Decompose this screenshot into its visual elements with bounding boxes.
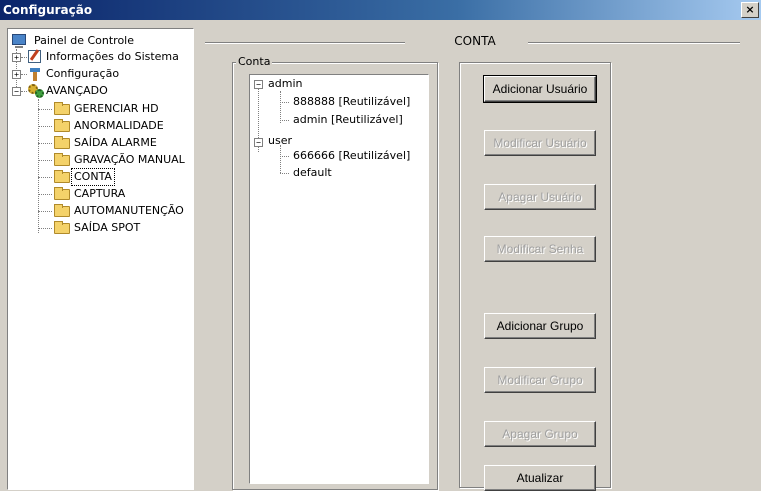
folder-icon (54, 119, 70, 132)
tree-item-control-panel[interactable]: Painel de Controle (12, 33, 192, 49)
tree-connector (38, 143, 52, 144)
tree-item-label: CAPTURA (74, 187, 126, 200)
delete-user-button[interactable]: Apagar Usuário (484, 184, 596, 210)
tree-item-manual-recording[interactable]: GRAVAÇÃO MANUAL (38, 152, 193, 168)
add-user-button[interactable]: Adicionar Usuário (483, 75, 597, 103)
user-666666[interactable]: 666666 [Reutilizável] (280, 148, 425, 164)
tree-connector (38, 160, 52, 161)
user-label: default (293, 166, 332, 179)
collapse-icon[interactable]: − (254, 138, 263, 147)
folder-icon (54, 204, 70, 217)
modify-group-button[interactable]: Modificar Grupo (484, 367, 596, 393)
tree-connector (38, 109, 52, 110)
tree-connector (38, 194, 52, 195)
tree-item-label: AUTOMANUTENÇÃO (74, 204, 184, 217)
delete-group-button[interactable]: Apagar Grupo (484, 421, 596, 447)
refresh-button[interactable]: Atualizar (484, 465, 596, 491)
modify-user-button[interactable]: Modificar Usuário (484, 130, 596, 156)
tree-connector (38, 228, 52, 229)
account-tree[interactable]: − admin 888888 [Reutilizável] admin [Reu… (249, 74, 429, 484)
tree-item-capture[interactable]: CAPTURA (38, 186, 193, 202)
folder-icon (54, 187, 70, 200)
gears-icon (28, 84, 44, 98)
tree-item-label: GRAVAÇÃO MANUAL (74, 153, 185, 166)
tree-item-label: AVANÇADO (46, 84, 108, 97)
nav-tree: Painel de Controle + Informações do Sist… (7, 28, 194, 490)
header-divider-right (528, 42, 740, 44)
tree-item-alarm-output[interactable]: SAÍDA ALARME (38, 135, 193, 151)
tree-connector (38, 177, 52, 178)
tree-item-label: ANORMALIDADE (74, 119, 164, 132)
tree-connector (280, 102, 289, 103)
folder-icon (54, 102, 70, 115)
folder-open-icon (54, 170, 70, 183)
close-button[interactable]: × (741, 2, 759, 18)
tree-item-label: CONTA (71, 168, 115, 186)
tree-item-spot-output[interactable]: SAÍDA SPOT (38, 220, 193, 236)
tree-connector (21, 91, 27, 92)
account-group-label: Conta (236, 55, 273, 68)
tree-connector (21, 74, 27, 75)
user-label: 888888 [Reutilizável] (293, 95, 411, 108)
tree-connector (280, 156, 289, 157)
expand-icon[interactable]: + (12, 53, 21, 62)
add-group-button[interactable]: Adicionar Grupo (484, 313, 596, 339)
folder-icon (54, 221, 70, 234)
tree-item-label: Painel de Controle (34, 34, 135, 47)
folder-icon (54, 153, 70, 166)
user-label: admin [Reutilizável] (293, 113, 403, 126)
tree-item-auto-maintenance[interactable]: AUTOMANUTENÇÃO (38, 203, 193, 219)
tools-icon (28, 67, 42, 81)
tree-connector (38, 211, 52, 212)
page-title: CONTA (454, 34, 496, 48)
group-label: admin (268, 77, 303, 90)
tree-connector (38, 126, 52, 127)
tree-item-system-info[interactable]: + Informações do Sistema (12, 49, 192, 65)
document-edit-icon (28, 50, 41, 63)
expand-icon[interactable]: + (12, 70, 21, 79)
tree-item-label: SAÍDA SPOT (74, 221, 141, 234)
tree-item-label: Informações do Sistema (46, 50, 179, 63)
tree-item-label: Configuração (46, 67, 120, 80)
title-bar: Configuração × (0, 0, 761, 20)
collapse-icon[interactable]: − (12, 87, 21, 96)
tree-item-advanced[interactable]: − AVANÇADO (12, 83, 192, 99)
header-divider-left (205, 42, 405, 44)
tree-connector (280, 173, 289, 174)
tree-connector (280, 120, 289, 121)
modify-password-button[interactable]: Modificar Senha (484, 236, 596, 262)
computer-icon (12, 34, 26, 48)
tree-item-hd-manager[interactable]: GERENCIAR HD (38, 101, 193, 117)
user-admin[interactable]: admin [Reutilizável] (280, 112, 425, 128)
user-888888[interactable]: 888888 [Reutilizável] (280, 94, 425, 110)
collapse-icon[interactable]: − (254, 80, 263, 89)
user-default[interactable]: default (280, 165, 425, 181)
tree-item-account[interactable]: CONTA (38, 168, 193, 186)
tree-item-configuration[interactable]: + Configuração (12, 66, 192, 82)
folder-icon (54, 136, 70, 149)
tree-item-label: GERENCIAR HD (74, 102, 159, 115)
tree-item-label: SAÍDA ALARME (74, 136, 157, 149)
tree-item-abnormality[interactable]: ANORMALIDADE (38, 118, 193, 134)
tree-connector (21, 57, 27, 58)
window-title: Configuração (3, 3, 93, 17)
user-label: 666666 [Reutilizável] (293, 149, 411, 162)
